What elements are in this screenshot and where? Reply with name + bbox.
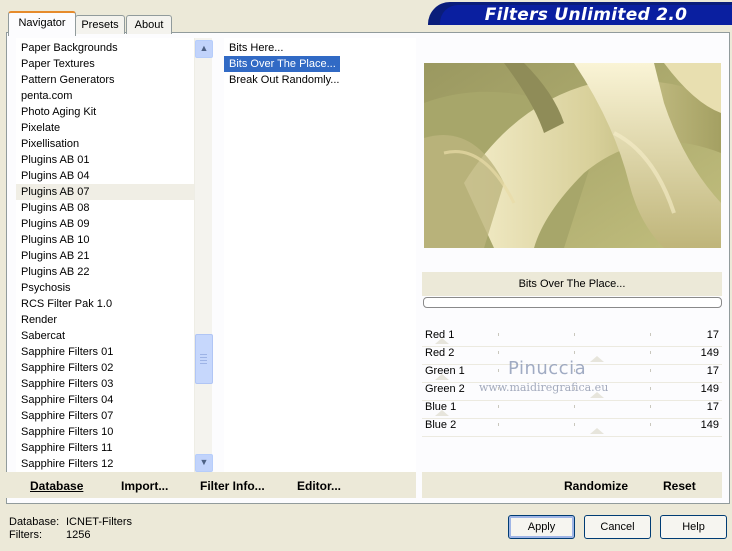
category-item[interactable]: Plugins AB 04 — [16, 168, 194, 184]
slider-label: Red 1 — [425, 329, 455, 341]
slider-tick — [650, 351, 651, 354]
preview-image — [424, 63, 721, 248]
scroll-down-button[interactable]: ▼ — [195, 454, 213, 472]
apply-button[interactable]: Apply — [508, 515, 575, 539]
slider-value: 17 — [706, 329, 719, 341]
category-list[interactable]: Paper Backgrounds Paper Textures Pattern G… — [16, 38, 194, 474]
slider-tick — [498, 405, 499, 408]
slider-label: Blue 2 — [425, 419, 457, 431]
editor-button[interactable]: Editor... — [297, 479, 341, 493]
app-title: Filters Unlimited 2.0 — [440, 5, 732, 25]
slider-value: 17 — [706, 365, 719, 377]
scroll-up-button[interactable]: ▲ — [195, 40, 213, 58]
progress-bar — [423, 297, 722, 308]
category-item[interactable]: Render — [16, 312, 194, 328]
category-item[interactable]: Pixelate — [16, 120, 194, 136]
cancel-button[interactable]: Cancel — [584, 515, 651, 539]
chevron-up-icon: ▲ — [199, 43, 209, 53]
chevron-down-icon: ▼ — [199, 457, 209, 467]
reset-button[interactable]: Reset — [663, 479, 696, 493]
category-item[interactable]: Plugins AB 09 — [16, 216, 194, 232]
category-item[interactable]: Plugins AB 22 — [16, 264, 194, 280]
randomize-button[interactable]: Randomize — [564, 479, 628, 493]
right-toolbar: Randomize Reset — [422, 472, 722, 498]
slider-value: 149 — [700, 347, 719, 359]
slider-tick — [650, 369, 651, 372]
category-item[interactable]: Psychosis — [16, 280, 194, 296]
category-item[interactable]: Sapphire Filters 07 — [16, 408, 194, 424]
slider-row[interactable]: Blue 1 17 — [422, 400, 722, 419]
slider-row[interactable]: Blue 2 149 — [422, 418, 722, 437]
slider-row[interactable]: Red 1 17 — [422, 328, 722, 347]
category-item[interactable]: Paper Backgrounds — [16, 40, 194, 56]
category-scrollbar[interactable]: ▲ ▼ — [194, 38, 213, 472]
category-item[interactable]: Sabercat — [16, 328, 194, 344]
category-item[interactable]: Plugins AB 07 — [16, 184, 194, 200]
left-toolbar: Database Import... Filter Info... Editor… — [6, 472, 416, 498]
category-item[interactable]: Sapphire Filters 01 — [16, 344, 194, 360]
watermark-name: Pinuccia — [508, 358, 587, 379]
filter-list[interactable]: Bits Here... Bits Over The Place... Break … — [224, 38, 416, 474]
slider-tick — [650, 333, 651, 336]
category-item[interactable]: Plugins AB 08 — [16, 200, 194, 216]
filters-count: 1256 — [66, 529, 91, 541]
category-item[interactable]: Pattern Generators — [16, 72, 194, 88]
slider-value: 149 — [700, 419, 719, 431]
preview-filter-name: Bits Over The Place... — [422, 272, 722, 296]
filter-item[interactable]: Bits Here... — [224, 40, 287, 56]
slider-tick — [650, 387, 651, 390]
category-item[interactable]: Paper Textures — [16, 56, 194, 72]
category-item[interactable]: Plugins AB 21 — [16, 248, 194, 264]
slider-label: Red 2 — [425, 347, 455, 359]
slider-value: 17 — [706, 401, 719, 413]
tab-navigator[interactable]: Navigator — [8, 11, 76, 36]
watermark-url: www.maidiregrafica.eu — [479, 381, 609, 394]
slider-tick — [498, 351, 499, 354]
filter-info-button[interactable]: Filter Info... — [200, 479, 265, 493]
slider-tick — [498, 333, 499, 336]
slider-tick — [574, 405, 575, 408]
slider-tick — [574, 351, 575, 354]
scroll-thumb[interactable] — [195, 334, 213, 384]
help-button[interactable]: Help — [660, 515, 727, 539]
category-item[interactable]: Pixellisation — [16, 136, 194, 152]
slider-label: Green 1 — [425, 365, 465, 377]
slider-tick — [498, 423, 499, 426]
category-item[interactable]: Sapphire Filters 10 — [16, 424, 194, 440]
slider-tick — [574, 423, 575, 426]
slider-tick — [498, 369, 499, 372]
filter-item[interactable]: Bits Over The Place... — [224, 56, 340, 72]
category-item[interactable]: Photo Aging Kit — [16, 104, 194, 120]
slider-label: Green 2 — [425, 383, 465, 395]
category-item[interactable]: Sapphire Filters 12 — [16, 456, 194, 472]
tab-presets[interactable]: Presets — [75, 15, 125, 34]
slider-tick — [650, 423, 651, 426]
filter-item[interactable]: Break Out Randomly... — [224, 72, 343, 88]
import-button[interactable]: Import... — [121, 479, 168, 493]
slider-tick — [650, 405, 651, 408]
filters-label: Filters: — [9, 529, 42, 541]
category-item[interactable]: Plugins AB 01 — [16, 152, 194, 168]
category-item[interactable]: Sapphire Filters 04 — [16, 392, 194, 408]
category-item[interactable]: Plugins AB 10 — [16, 232, 194, 248]
slider-value: 149 — [700, 383, 719, 395]
category-item[interactable]: Sapphire Filters 02 — [16, 360, 194, 376]
database-value: ICNET-Filters — [66, 516, 132, 528]
slider-tick — [574, 333, 575, 336]
slider-handle[interactable] — [590, 356, 605, 362]
slider-handle[interactable] — [590, 428, 605, 434]
category-item[interactable]: Sapphire Filters 11 — [16, 440, 194, 456]
category-item[interactable]: penta.com — [16, 88, 194, 104]
tab-about[interactable]: About — [126, 15, 172, 34]
database-button[interactable]: Database — [30, 479, 83, 493]
category-item[interactable]: RCS Filter Pak 1.0 — [16, 296, 194, 312]
category-item[interactable]: Sapphire Filters 03 — [16, 376, 194, 392]
database-label: Database: — [9, 516, 60, 528]
slider-label: Blue 1 — [425, 401, 457, 413]
status-info: Database: ICNET-Filters Filters: 1256 — [9, 516, 132, 542]
